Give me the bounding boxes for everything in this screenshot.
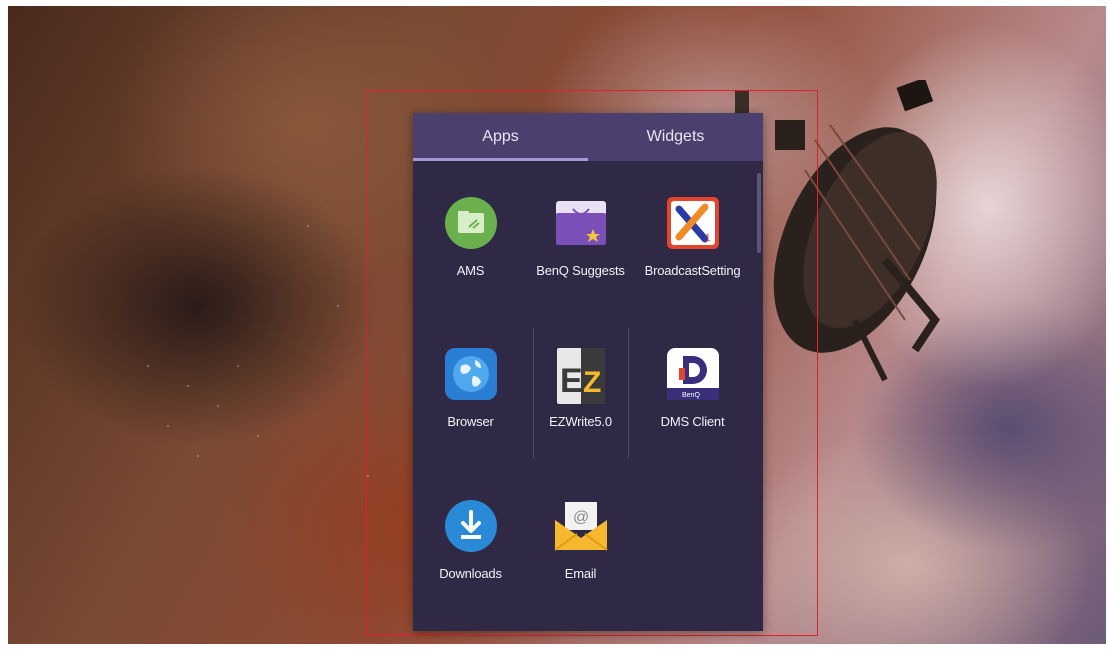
drawer-tab-bar: Apps Widgets (413, 113, 763, 161)
dms-d-icon: BenQ (665, 346, 721, 402)
app-browser[interactable]: Browser (413, 346, 528, 429)
app-label: AMS (456, 263, 485, 278)
app-label: Downloads (439, 566, 502, 581)
svg-text:E: E (560, 362, 583, 400)
tab-widgets[interactable]: Widgets (588, 113, 763, 161)
broadcast-x-icon: 1 (665, 195, 721, 251)
globe-icon (443, 346, 499, 402)
app-label: BenQ Suggests (536, 263, 625, 278)
svg-text:BenQ: BenQ (682, 392, 700, 399)
app-benq-suggests[interactable]: BenQ Suggests (523, 195, 638, 278)
download-icon (443, 498, 499, 554)
app-ezwrite[interactable]: E Z EZWrite5.0 (523, 346, 638, 429)
app-label: Browser (447, 414, 494, 429)
app-broadcastsetting[interactable]: 1 BroadcastSetting (635, 195, 750, 278)
svg-text:@: @ (573, 509, 589, 526)
drawer-scrollbar[interactable] (757, 173, 761, 253)
folder-app-icon (443, 195, 499, 251)
app-drawer: Apps Widgets AMS BenQ Suggests 1 Broadca… (413, 113, 763, 631)
envelope-icon: @ (553, 498, 609, 554)
app-downloads[interactable]: Downloads (413, 498, 528, 581)
app-dms-client[interactable]: BenQ DMS Client (635, 346, 750, 429)
shopping-bag-icon (553, 195, 609, 251)
tab-active-indicator (413, 158, 588, 161)
ezwrite-icon: E Z (553, 346, 609, 404)
app-email[interactable]: @ Email (523, 498, 638, 581)
svg-text:1: 1 (705, 233, 711, 244)
svg-text:Z: Z (583, 366, 601, 399)
app-label: Email (564, 566, 597, 581)
app-label: DMS Client (660, 414, 725, 429)
app-label: BroadcastSetting (644, 263, 741, 278)
tab-apps[interactable]: Apps (413, 113, 588, 161)
app-label: EZWrite5.0 (549, 414, 612, 429)
app-ams[interactable]: AMS (413, 195, 528, 278)
